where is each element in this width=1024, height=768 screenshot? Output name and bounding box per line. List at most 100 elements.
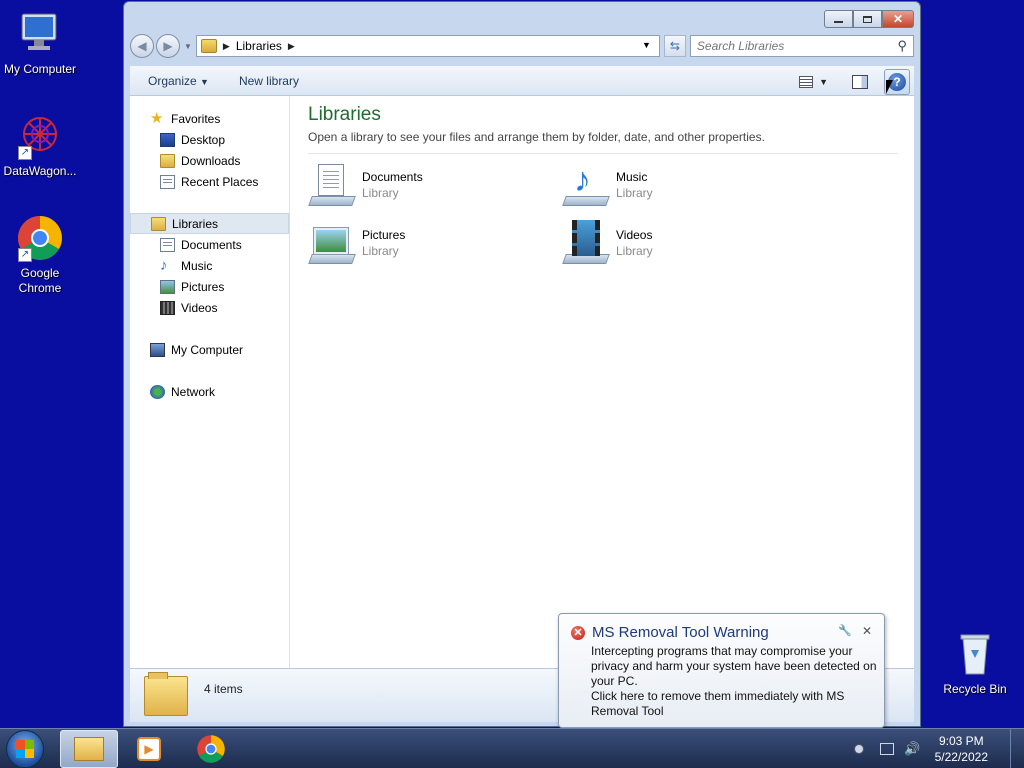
- network-icon: [150, 384, 165, 399]
- show-desktop-button[interactable]: [1010, 729, 1024, 768]
- balloon-title: MS Removal Tool Warning: [592, 624, 769, 641]
- item-count: 4 items: [204, 681, 243, 696]
- libraries-icon: [151, 216, 166, 231]
- datawagon-icon: ↗: [16, 112, 64, 160]
- balloon-close-icon[interactable]: ✕: [862, 624, 872, 638]
- library-name: Videos: [616, 228, 653, 242]
- address-bar[interactable]: ▶ Libraries ▶ ▼: [195, 35, 660, 57]
- library-name: Pictures: [362, 228, 406, 242]
- shortcut-arrow-icon: ↗: [18, 146, 32, 160]
- new-library-button[interactable]: New library: [239, 74, 299, 88]
- nav-label: Recent Places: [181, 174, 259, 189]
- desktop-icon-recycle-bin[interactable]: Recycle Bin: [935, 630, 1015, 697]
- pictures-library-icon: [308, 220, 358, 266]
- computer-icon: [150, 342, 165, 357]
- library-type: Library: [616, 186, 653, 200]
- nav-label: Downloads: [181, 153, 241, 168]
- breadcrumb-separator-icon[interactable]: ▶: [223, 41, 230, 52]
- shortcut-arrow-icon: ↗: [18, 248, 32, 262]
- start-button[interactable]: [6, 730, 44, 768]
- refresh-icon: ⇆: [669, 39, 680, 53]
- taskbar-chrome[interactable]: [182, 730, 240, 768]
- desktop-icon-label: DataWagon...: [3, 164, 77, 178]
- library-name: Documents: [362, 170, 423, 184]
- nav-desktop[interactable]: Desktop: [130, 129, 289, 150]
- library-name: Music: [616, 170, 648, 184]
- system-tray: 🔊 9:03 PM 5/22/2022: [854, 729, 1024, 768]
- search-input[interactable]: [696, 39, 897, 53]
- music-library-icon: ♪: [562, 162, 612, 208]
- wrench-icon[interactable]: 🔧: [838, 624, 852, 638]
- library-documents[interactable]: Documents Library: [308, 162, 562, 208]
- notification-balloon[interactable]: ✕ MS Removal Tool Warning 🔧 ✕ Intercepti…: [558, 613, 885, 739]
- view-options-dropdown-icon[interactable]: ▼: [819, 77, 828, 87]
- desktop-icon-chrome[interactable]: ↗ Google Chrome: [0, 214, 80, 296]
- desktop-icon: [160, 132, 175, 147]
- nav-network[interactable]: Network: [130, 381, 289, 402]
- change-view-icon[interactable]: [799, 76, 814, 88]
- mouse-cursor-icon: [886, 80, 893, 94]
- close-button[interactable]: ✕: [882, 10, 914, 28]
- library-music[interactable]: ♪ Music Library: [562, 162, 816, 208]
- search-box[interactable]: ⚲: [689, 35, 914, 57]
- refresh-button[interactable]: ⇆: [663, 35, 686, 57]
- address-dropdown-icon[interactable]: ▼: [642, 40, 651, 50]
- organize-button[interactable]: Organize ▼: [148, 74, 209, 88]
- nav-label: Pictures: [181, 279, 225, 294]
- organize-label: Organize: [148, 73, 197, 88]
- address-row: ◀ ▶ ▼ ▶ Libraries ▶ ▼ ⇆ ⚲: [130, 33, 914, 59]
- star-icon: ★: [150, 109, 164, 127]
- library-grid: Documents Library ♪ Music Library Pictures…: [308, 162, 896, 266]
- media-player-icon: ▶: [137, 737, 161, 761]
- maximize-icon: [863, 15, 872, 23]
- library-type: Library: [362, 186, 399, 200]
- videos-icon: [160, 300, 175, 315]
- maximize-button[interactable]: [853, 10, 882, 28]
- taskbar-media-player[interactable]: ▶: [120, 730, 178, 768]
- library-videos[interactable]: Videos Library: [562, 220, 816, 266]
- title-bar[interactable]: ✕: [124, 2, 920, 32]
- documents-icon: [160, 237, 175, 252]
- balloon-action-link[interactable]: Click here to remove them immediately wi…: [591, 689, 881, 719]
- minimize-button[interactable]: [824, 10, 853, 28]
- library-pictures[interactable]: Pictures Library: [308, 220, 562, 266]
- nav-videos[interactable]: Videos: [130, 297, 289, 318]
- nav-downloads[interactable]: Downloads: [130, 150, 289, 171]
- forward-arrow-icon: ▶: [163, 39, 173, 53]
- library-type: Library: [616, 244, 653, 258]
- desktop-icon-label: Recycle Bin: [943, 682, 1007, 696]
- minimize-icon: [834, 21, 843, 23]
- nav-recent-places[interactable]: Recent Places: [130, 171, 289, 192]
- nav-libraries[interactable]: Libraries: [130, 213, 289, 234]
- nav-favorites[interactable]: ★ Favorites: [130, 108, 289, 129]
- breadcrumb-libraries[interactable]: Libraries: [236, 39, 282, 53]
- recycle-bin-icon: [951, 630, 999, 678]
- recent-places-icon: [160, 174, 175, 189]
- nav-my-computer[interactable]: My Computer: [130, 339, 289, 360]
- preview-pane-icon[interactable]: [852, 75, 868, 89]
- libraries-icon: [200, 39, 217, 53]
- nav-documents[interactable]: Documents: [130, 234, 289, 255]
- recent-pages-dropdown[interactable]: ▼: [184, 42, 192, 51]
- volume-icon[interactable]: 🔊: [904, 741, 920, 757]
- close-icon: ✕: [892, 12, 904, 26]
- desktop-icon-my-computer[interactable]: My Computer: [0, 10, 80, 77]
- breadcrumb-separator-icon[interactable]: ▶: [288, 41, 295, 52]
- search-icon[interactable]: ⚲: [897, 38, 907, 54]
- library-type: Library: [362, 244, 399, 258]
- show-hidden-icons-icon[interactable]: [854, 744, 865, 754]
- back-button[interactable]: ◀: [130, 34, 154, 58]
- nav-pictures[interactable]: Pictures: [130, 276, 289, 297]
- desktop-icon-datawagon[interactable]: ↗ DataWagon...: [0, 112, 80, 179]
- taskbar-explorer[interactable]: [60, 730, 118, 768]
- clock[interactable]: 9:03 PM 5/22/2022: [935, 733, 988, 765]
- navigation-pane: ★ Favorites Desktop Downloads Recent Plac…: [130, 96, 290, 668]
- network-tray-icon[interactable]: [880, 743, 895, 755]
- page-title: Libraries: [308, 104, 381, 125]
- chrome-icon: ↗: [16, 214, 64, 262]
- nav-label: Libraries: [172, 216, 219, 231]
- page-subtitle: Open a library to see your files and arr…: [308, 130, 898, 154]
- nav-label: My Computer: [171, 342, 244, 357]
- nav-music[interactable]: ♪ Music: [130, 255, 289, 276]
- forward-button[interactable]: ▶: [156, 34, 180, 58]
